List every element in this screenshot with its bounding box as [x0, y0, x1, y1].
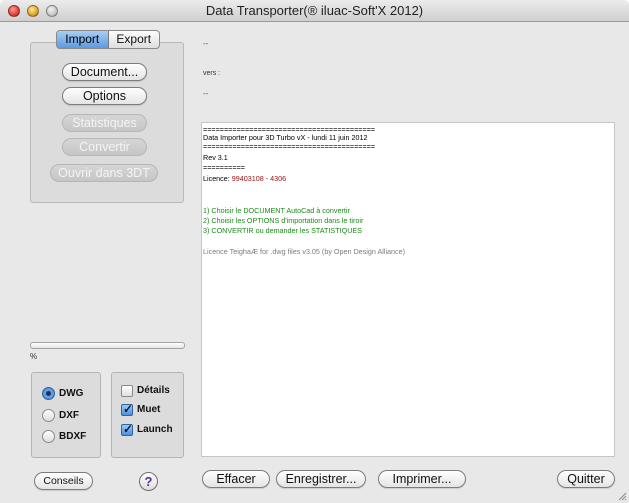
options-button[interactable]: Options: [62, 87, 147, 105]
log-header-line: Data Importer pour 3D Turbo vX - lundi 1…: [203, 133, 368, 142]
statistiques-button[interactable]: Statistiques: [62, 114, 147, 132]
help-button[interactable]: ?: [139, 472, 158, 491]
log-step-2: 2) Choisir les OPTIONS d'importation dan…: [203, 216, 364, 225]
radio-dxf-label: DXF: [59, 410, 79, 421]
document-button[interactable]: Document...: [62, 63, 147, 81]
app-window: Data Transporter(® iluac-Soft'X 2012) Im…: [0, 0, 629, 503]
checkbox-details-label: Détails: [137, 385, 170, 396]
imprimer-button[interactable]: Imprimer...: [378, 470, 466, 488]
log-rule: ==========: [203, 163, 245, 172]
import-export-segmented-control: Import Export: [56, 30, 160, 49]
log-licence-value: 99403108 - 4306: [231, 174, 287, 183]
radio-dxf[interactable]: [42, 409, 55, 422]
quitter-button[interactable]: Quitter: [557, 470, 615, 488]
tab-import[interactable]: Import: [57, 31, 109, 48]
radio-bdxf-label: BDXF: [59, 431, 87, 442]
enregistrer-button[interactable]: Enregistrer...: [276, 470, 366, 488]
effacer-button[interactable]: Effacer: [202, 470, 270, 488]
ouvrir-dans-3dt-button[interactable]: Ouvrir dans 3DT: [50, 164, 158, 182]
checkbox-muet[interactable]: [121, 402, 133, 416]
convertir-button[interactable]: Convertir: [62, 138, 147, 156]
progress-bar: [30, 342, 185, 349]
log-step-1: 1) Choisir le DOCUMENT AutoCad à convert…: [203, 206, 350, 215]
checkbox-details[interactable]: [121, 385, 133, 397]
vers-label: vers :: [203, 70, 221, 77]
tab-export[interactable]: Export: [109, 31, 160, 48]
checkbox-muet-label: Muet: [137, 404, 161, 415]
checkbox-launch[interactable]: [121, 422, 133, 436]
format-radio-group: DWG DXF BDXF: [31, 372, 101, 458]
flags-checkbox-group: Détails Muet Launch: [111, 372, 184, 458]
radio-dwg[interactable]: [42, 387, 55, 400]
radio-bdxf[interactable]: [42, 430, 55, 443]
radio-dwg-label: DWG: [59, 388, 84, 399]
log-rule: ========================================…: [203, 142, 376, 151]
log-licence-label: Licence:: [203, 174, 232, 183]
log-step-3: 3) CONVERTIR ou demander les STATISTIQUE…: [203, 226, 362, 235]
conseils-button[interactable]: Conseils: [34, 472, 93, 490]
log-revision: Rev 3.1: [203, 153, 228, 162]
progress-percent-label: %: [30, 352, 38, 361]
checkbox-launch-label: Launch: [137, 424, 173, 435]
title-bar: Data Transporter(® iluac-Soft'X 2012): [0, 0, 629, 22]
destination-path: --: [203, 89, 209, 98]
log-teigha-licence: Licence TeighaÆ for .dwg files v3.05 (by…: [203, 247, 406, 256]
log-text-area[interactable]: ========================================…: [201, 122, 615, 457]
window-title: Data Transporter(® iluac-Soft'X 2012): [205, 3, 424, 18]
source-path: --: [203, 39, 209, 48]
log-licence-line: Licence: 99403108 - 4306: [203, 174, 286, 183]
resize-grip-icon[interactable]: [617, 491, 627, 501]
